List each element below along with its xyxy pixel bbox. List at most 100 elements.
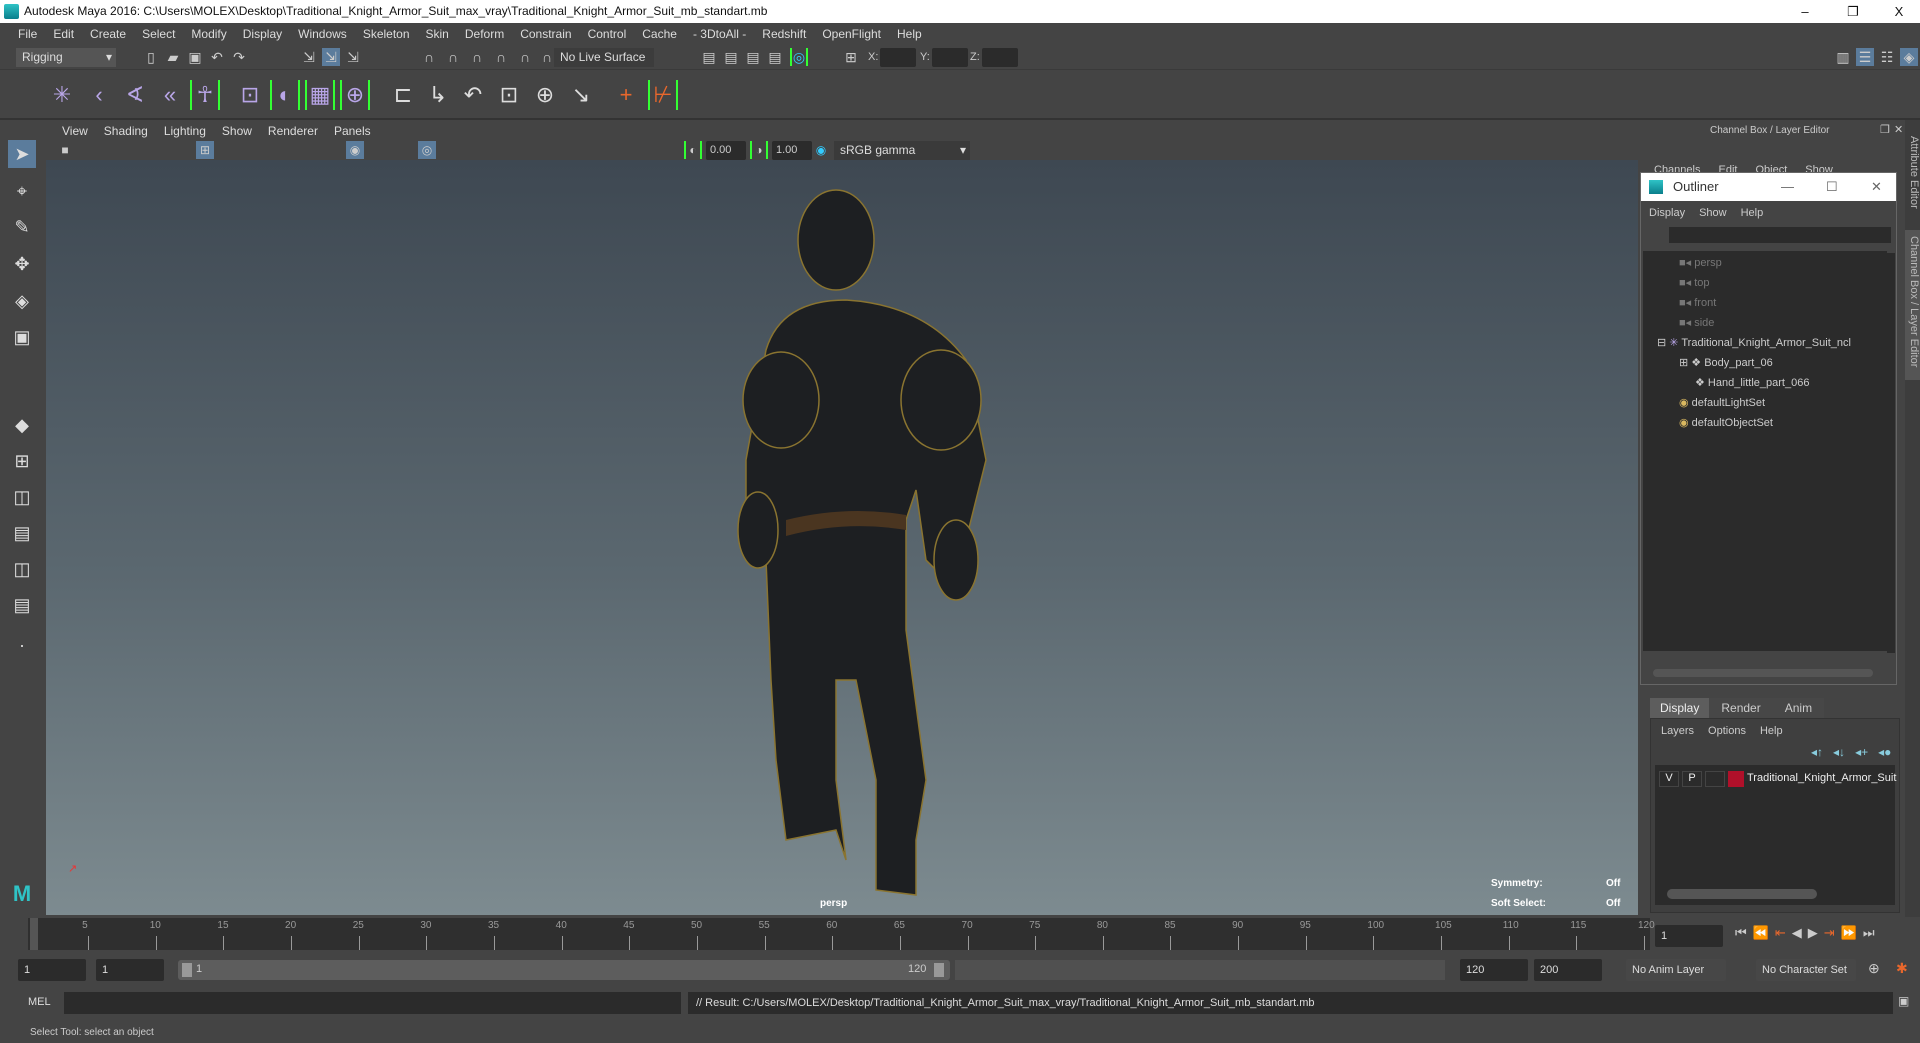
y-field[interactable] bbox=[932, 48, 968, 67]
save-scene-icon[interactable]: ▣ bbox=[186, 48, 204, 66]
paint-weights-icon[interactable]: ⊡ bbox=[235, 80, 265, 110]
range-start-field[interactable]: 1 bbox=[18, 959, 86, 981]
render-settings-icon[interactable]: ▤ bbox=[766, 48, 784, 66]
viewport-menu-view[interactable]: View bbox=[54, 124, 96, 138]
viewport-menu-panels[interactable]: Panels bbox=[326, 124, 379, 138]
outliner-hscrollbar[interactable] bbox=[1653, 669, 1873, 677]
new-layer-icon[interactable]: ◂+ bbox=[1855, 745, 1868, 759]
channel-box-icon[interactable]: ◈ bbox=[1900, 48, 1918, 66]
scale-tool-icon[interactable]: ▣ bbox=[8, 323, 36, 351]
tab-attribute-editor[interactable]: Attribute Editor bbox=[1905, 130, 1920, 225]
menu-cache[interactable]: Cache bbox=[634, 27, 685, 41]
grid-icon[interactable]: ⊞ bbox=[196, 141, 214, 159]
reference-toggle[interactable] bbox=[1705, 771, 1725, 787]
anim-layer-dropdown[interactable]: No Anim Layer bbox=[1626, 959, 1726, 981]
select-tool-icon[interactable]: ➤ bbox=[8, 140, 36, 168]
render-frame-icon[interactable]: ▤ bbox=[722, 48, 740, 66]
menu-redshift[interactable]: Redshift bbox=[754, 27, 814, 41]
menu-3dtoall[interactable]: - 3DtoAll - bbox=[685, 27, 754, 41]
transform-mode-icon[interactable]: ⊞ bbox=[842, 48, 860, 66]
anim-end-field[interactable]: 200 bbox=[1534, 959, 1602, 981]
maximize-icon[interactable]: ☐ bbox=[1826, 173, 1838, 201]
float-panel-icon[interactable]: ❐ bbox=[1880, 123, 1890, 136]
new-scene-icon[interactable]: ▯ bbox=[142, 48, 160, 66]
menu-control[interactable]: Control bbox=[580, 27, 635, 41]
joint-tool-icon[interactable]: ✳ bbox=[47, 80, 77, 110]
ipr-render-icon[interactable]: ▤ bbox=[744, 48, 762, 66]
viewport-menu-shading[interactable]: Shading bbox=[96, 124, 156, 138]
menu-help[interactable]: Help bbox=[889, 27, 930, 41]
new-layer-selected-icon[interactable]: ◂● bbox=[1878, 745, 1891, 759]
select-hierarchy-icon[interactable]: ⇲ bbox=[300, 48, 318, 66]
menu-help[interactable]: Help bbox=[1741, 207, 1764, 219]
outliner-vscrollbar[interactable] bbox=[1887, 253, 1895, 653]
snap-surface-icon[interactable]: ∩ bbox=[516, 48, 534, 66]
layer-name[interactable]: Traditional_Knight_Armor_Suit bbox=[1747, 772, 1896, 784]
script-editor-icon[interactable]: ▣ bbox=[1898, 994, 1909, 1008]
gamma-icon[interactable]: ◑ bbox=[750, 141, 768, 159]
undo-icon[interactable]: ↶ bbox=[208, 48, 226, 66]
cluster-icon[interactable]: ⊕ bbox=[340, 80, 370, 110]
range-end-handle[interactable] bbox=[934, 963, 944, 977]
menu-select[interactable]: Select bbox=[134, 27, 183, 41]
color-space-dropdown[interactable]: sRGB gamma ▾ bbox=[834, 141, 970, 160]
minimize-icon[interactable]: — bbox=[1781, 173, 1794, 201]
render-view-icon[interactable]: ▤ bbox=[700, 48, 718, 66]
rotate-tool-icon[interactable]: ◈ bbox=[8, 287, 36, 315]
outliner-item[interactable]: ■◂ top bbox=[1679, 273, 1710, 293]
menu-edit[interactable]: Edit bbox=[45, 27, 82, 41]
ik-handle-icon[interactable]: ‹ bbox=[84, 80, 114, 110]
live-surface-field[interactable]: No Live Surface bbox=[554, 48, 654, 67]
close-panel-icon[interactable]: ✕ bbox=[1894, 123, 1903, 136]
exposure-field[interactable]: 0.00 bbox=[706, 141, 746, 160]
play-forward-icon[interactable]: ▶ bbox=[1808, 925, 1818, 941]
command-line-input[interactable] bbox=[64, 992, 681, 1014]
go-to-start-icon[interactable]: ⏮ bbox=[1735, 925, 1747, 941]
hypershade-layout-icon[interactable]: ▤ bbox=[8, 591, 36, 619]
viewport-menu-show[interactable]: Show bbox=[214, 124, 260, 138]
go-to-end-icon[interactable]: ⏭ bbox=[1863, 925, 1875, 941]
paint-select-icon[interactable]: ✎ bbox=[8, 213, 36, 241]
current-frame-field[interactable]: 1 bbox=[1655, 925, 1723, 947]
range-slider[interactable]: 1 120 bbox=[178, 960, 950, 980]
snap-point-icon[interactable]: ∩ bbox=[468, 48, 486, 66]
menu-create[interactable]: Create bbox=[82, 27, 134, 41]
menu-windows[interactable]: Windows bbox=[290, 27, 355, 41]
menu-constrain[interactable]: Constrain bbox=[512, 27, 579, 41]
menu-help[interactable]: Help bbox=[1760, 725, 1783, 737]
close-icon[interactable]: ✕ bbox=[1871, 173, 1882, 201]
persp-outliner-icon[interactable]: ◫ bbox=[8, 555, 36, 583]
tab-anim[interactable]: Anim bbox=[1772, 698, 1825, 718]
snap-view-icon[interactable]: ∩ bbox=[492, 48, 510, 66]
preferences-icon[interactable]: ✱ bbox=[1896, 960, 1908, 977]
constraint-locator-icon[interactable]: ⊬ bbox=[648, 80, 678, 110]
point-constraint-icon[interactable]: ↳ bbox=[423, 80, 453, 110]
menu-file[interactable]: File bbox=[10, 27, 45, 41]
step-forward-icon[interactable]: ⏩ bbox=[1841, 925, 1857, 941]
minimize-button[interactable]: – bbox=[1782, 0, 1828, 23]
next-key-icon[interactable]: ⇥ bbox=[1824, 925, 1835, 941]
menu-display[interactable]: Display bbox=[1649, 207, 1685, 219]
snap-grid-icon[interactable]: ∩ bbox=[420, 48, 438, 66]
aim-constraint-icon[interactable]: ⊕ bbox=[530, 80, 560, 110]
scale-constraint-icon[interactable]: ⊡ bbox=[494, 80, 524, 110]
menu-display[interactable]: Display bbox=[235, 27, 290, 41]
play-backward-icon[interactable]: ◀ bbox=[1792, 925, 1802, 941]
x-field[interactable] bbox=[880, 48, 916, 67]
layer-hscrollbar[interactable] bbox=[1667, 889, 1817, 899]
auto-key-icon[interactable]: ⊕ bbox=[1868, 960, 1880, 977]
lattice-icon[interactable]: ▦ bbox=[305, 80, 335, 110]
bind-skin-icon[interactable]: « bbox=[155, 80, 185, 110]
command-language-label[interactable]: MEL bbox=[28, 996, 51, 1008]
outliner-item[interactable]: ■◂ side bbox=[1679, 313, 1714, 333]
four-view-icon[interactable]: ⊞ bbox=[8, 447, 36, 475]
visibility-toggle[interactable]: V bbox=[1659, 771, 1679, 787]
pole-vector-icon[interactable]: ↘ bbox=[566, 80, 596, 110]
move-layer-up-icon[interactable]: ◂↑ bbox=[1811, 745, 1823, 759]
menu-modify[interactable]: Modify bbox=[183, 27, 234, 41]
viewport-menu-renderer[interactable]: Renderer bbox=[260, 124, 326, 138]
range-start-handle[interactable] bbox=[182, 963, 192, 977]
select-component-icon[interactable]: ⇲ bbox=[344, 48, 362, 66]
menu-openflight[interactable]: OpenFlight bbox=[814, 27, 889, 41]
outliner-item[interactable]: ◉ defaultLightSet bbox=[1679, 393, 1765, 413]
